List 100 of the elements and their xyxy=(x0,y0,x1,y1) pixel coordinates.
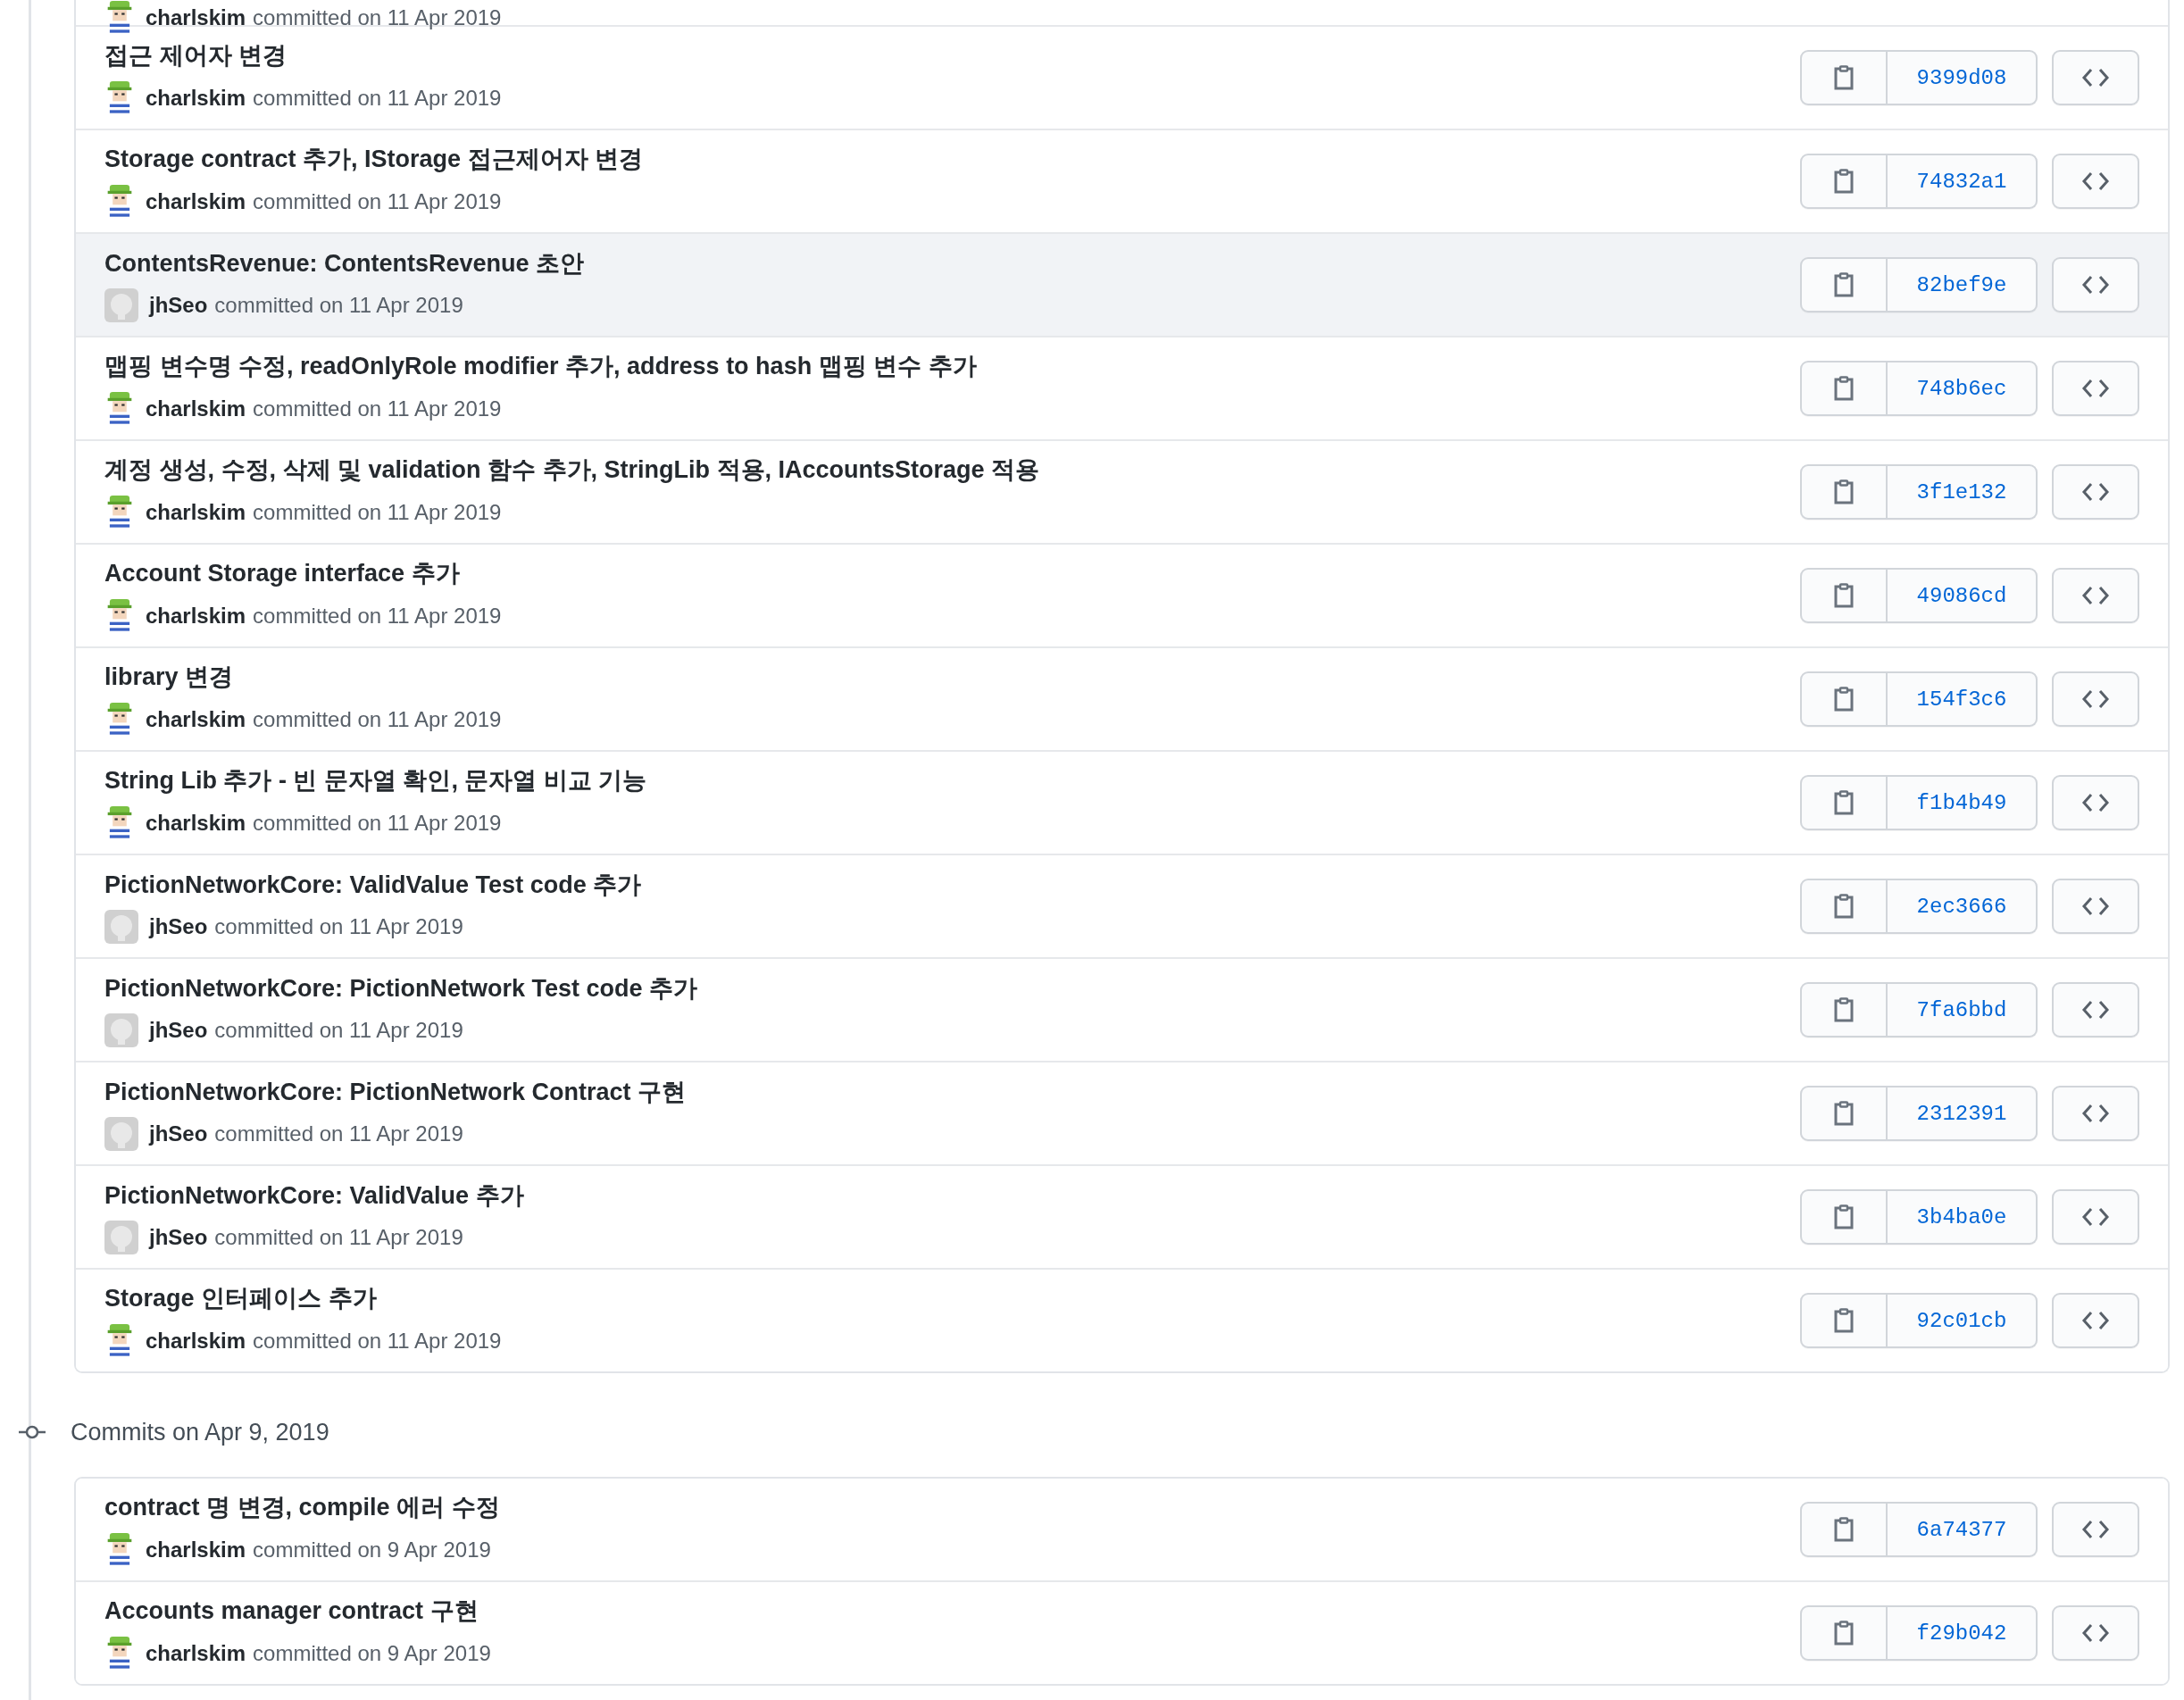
commit-sha-link[interactable]: 2312391 xyxy=(1888,1086,2038,1141)
avatar-icon xyxy=(104,288,138,322)
commit-date: committed on 11 Apr 2019 xyxy=(214,1121,463,1146)
commit-date: committed on 11 Apr 2019 xyxy=(214,914,463,939)
code-icon xyxy=(2081,1311,2110,1330)
copy-sha-button[interactable] xyxy=(1800,257,1888,312)
clipboard-icon xyxy=(1833,1204,1855,1229)
commit-sha-link[interactable]: 7fa6bbd xyxy=(1888,982,2038,1038)
code-icon xyxy=(2081,586,2110,605)
commit-date: committed on 11 Apr 2019 xyxy=(253,189,502,214)
commit-title[interactable]: Storage 인터페이스 추가 xyxy=(104,1282,377,1314)
copy-sha-button[interactable] xyxy=(1800,361,1888,416)
browse-code-button[interactable] xyxy=(2052,1605,2139,1661)
browse-code-button[interactable] xyxy=(2052,879,2139,934)
commit-title[interactable]: ContentsRevenue: ContentsRevenue 초안 xyxy=(104,247,585,279)
browse-code-button[interactable] xyxy=(2052,1189,2139,1245)
code-icon xyxy=(2081,1104,2110,1123)
commit-title[interactable]: Accounts manager contract 구현 xyxy=(104,1595,479,1627)
browse-code-button[interactable] xyxy=(2052,1293,2139,1348)
author-link[interactable]: jhSeo xyxy=(149,1121,208,1146)
commit-sha-link[interactable]: 3b4ba0e xyxy=(1888,1189,2038,1245)
copy-sha-button[interactable] xyxy=(1800,1502,1888,1557)
copy-sha-button[interactable] xyxy=(1800,154,1888,209)
browse-code-button[interactable] xyxy=(2052,982,2139,1038)
code-icon xyxy=(2081,1623,2110,1643)
author-link[interactable]: charlskim xyxy=(146,86,246,111)
commit-sha-link[interactable]: f29b042 xyxy=(1888,1605,2038,1661)
author-link[interactable]: jhSeo xyxy=(149,914,208,939)
browse-code-button[interactable] xyxy=(2052,1502,2139,1557)
author-link[interactable]: charlskim xyxy=(146,189,246,214)
commit-title[interactable]: contract 명 변경, compile 에러 수정 xyxy=(104,1491,500,1523)
author-link[interactable]: jhSeo xyxy=(149,293,208,318)
commit-date: committed on 11 Apr 2019 xyxy=(253,5,502,30)
browse-code-button[interactable] xyxy=(2052,568,2139,623)
author-link[interactable]: charlskim xyxy=(146,5,246,30)
commit-sha-link[interactable]: 3f1e132 xyxy=(1888,464,2038,520)
commit-sha-link[interactable]: 82bef9e xyxy=(1888,257,2038,312)
commit-title[interactable]: String Lib 추가 - 빈 문자열 확인, 문자열 비교 기능 xyxy=(104,764,647,796)
commit-sha-link[interactable]: 92c01cb xyxy=(1888,1293,2038,1348)
clipboard-icon xyxy=(1833,1517,1855,1542)
copy-sha-button[interactable] xyxy=(1800,1086,1888,1141)
avatar-icon xyxy=(104,910,138,944)
commit-sha-link[interactable]: 154f3c6 xyxy=(1888,671,2038,727)
copy-sha-button[interactable] xyxy=(1800,671,1888,727)
copy-sha-button[interactable] xyxy=(1800,982,1888,1038)
copy-sha-button[interactable] xyxy=(1800,568,1888,623)
copy-sha-button[interactable] xyxy=(1800,1189,1888,1245)
browse-code-button[interactable] xyxy=(2052,464,2139,520)
clipboard-icon xyxy=(1833,894,1855,919)
author-link[interactable]: jhSeo xyxy=(149,1018,208,1043)
author-link[interactable]: charlskim xyxy=(146,1641,246,1666)
commit-title[interactable]: 계정 생성, 수정, 삭제 및 validation 함수 추가, StringLib 적용, IAccountsStorage 적용 xyxy=(104,454,1040,486)
commit-title[interactable]: PictionNetworkCore: PictionNetwork Test code 추가 xyxy=(104,972,698,1004)
copy-sha-button[interactable] xyxy=(1800,775,1888,830)
copy-sha-button[interactable] xyxy=(1800,879,1888,934)
author-link[interactable]: charlskim xyxy=(146,1329,246,1354)
commit-title[interactable]: Storage contract 추가, IStorage 접근제어자 변경 xyxy=(104,143,644,175)
commit-title[interactable]: PictionNetworkCore: PictionNetwork Contract 구현 xyxy=(104,1076,687,1108)
copy-sha-button[interactable] xyxy=(1800,1605,1888,1661)
copy-sha-button[interactable] xyxy=(1800,464,1888,520)
clipboard-icon xyxy=(1833,479,1855,504)
commit-sha-link[interactable]: 74832a1 xyxy=(1888,154,2038,209)
commit-sha-link[interactable]: 6a74377 xyxy=(1888,1502,2038,1557)
browse-code-button[interactable] xyxy=(2052,671,2139,727)
clipboard-icon xyxy=(1833,790,1855,815)
code-icon xyxy=(2081,689,2110,709)
author-link[interactable]: charlskim xyxy=(146,396,246,421)
commit-sha-link[interactable]: 748b6ec xyxy=(1888,361,2038,416)
commit-title[interactable]: 맵핑 변수명 수정, readOnlyRole modifier 추가, address to hash 맵핑 변수 추가 xyxy=(104,350,977,382)
commit-sha-link[interactable]: f1b4b49 xyxy=(1888,775,2038,830)
code-icon xyxy=(2081,1520,2110,1539)
browse-code-button[interactable] xyxy=(2052,50,2139,105)
avatar-icon xyxy=(104,1117,138,1151)
commit-title[interactable]: Account Storage interface 추가 xyxy=(104,557,460,589)
commit-sha-link[interactable]: 9399d08 xyxy=(1888,50,2038,105)
avatar-icon xyxy=(104,1221,138,1254)
author-link[interactable]: charlskim xyxy=(146,811,246,836)
commit-sha-link[interactable]: 2ec3666 xyxy=(1888,879,2038,934)
copy-sha-button[interactable] xyxy=(1800,1293,1888,1348)
commit-date: committed on 11 Apr 2019 xyxy=(214,293,463,318)
code-icon xyxy=(2081,896,2110,916)
copy-sha-button[interactable] xyxy=(1800,50,1888,105)
commit-title[interactable]: PictionNetworkCore: ValidValue Test code 추가 xyxy=(104,869,642,901)
author-link[interactable]: charlskim xyxy=(146,1538,246,1562)
clipboard-icon xyxy=(1833,1101,1855,1126)
commit-title[interactable]: library 변경 xyxy=(104,661,234,693)
browse-code-button[interactable] xyxy=(2052,775,2139,830)
commit-date: committed on 11 Apr 2019 xyxy=(253,1329,502,1354)
browse-code-button[interactable] xyxy=(2052,1086,2139,1141)
commit-sha-link[interactable]: 49086cd xyxy=(1888,568,2038,623)
author-link[interactable]: charlskim xyxy=(146,604,246,629)
browse-code-button[interactable] xyxy=(2052,361,2139,416)
author-link[interactable]: jhSeo xyxy=(149,1225,208,1250)
browse-code-button[interactable] xyxy=(2052,154,2139,209)
group-heading: Commits on Apr 9, 2019 xyxy=(71,1418,329,1446)
author-link[interactable]: charlskim xyxy=(146,500,246,525)
commit-title[interactable]: 접근 제어자 변경 xyxy=(104,39,287,71)
commit-title[interactable]: PictionNetworkCore: ValidValue 추가 xyxy=(104,1179,524,1212)
browse-code-button[interactable] xyxy=(2052,257,2139,312)
author-link[interactable]: charlskim xyxy=(146,707,246,732)
